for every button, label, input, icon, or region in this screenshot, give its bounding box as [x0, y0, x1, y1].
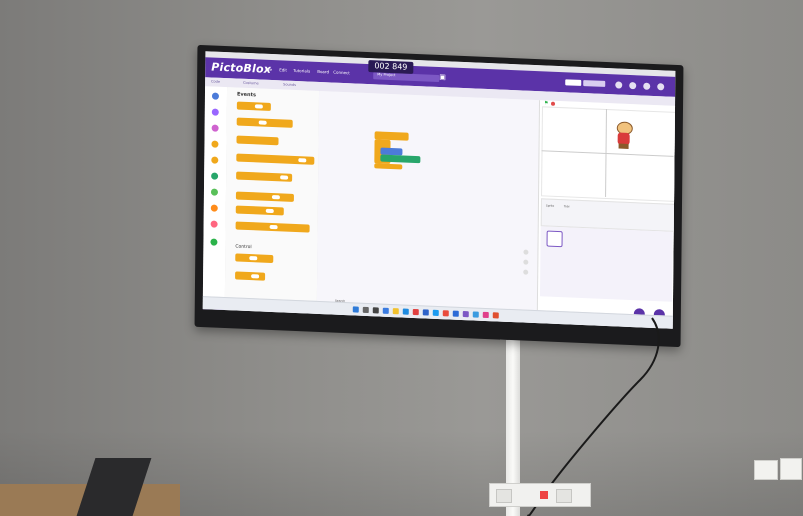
socket-switch: [540, 491, 548, 499]
power-socket: [556, 489, 572, 503]
power-socket: [496, 489, 512, 503]
power-cable: [526, 317, 660, 516]
wall-switch: [780, 458, 802, 480]
wall-switch: [754, 460, 778, 480]
